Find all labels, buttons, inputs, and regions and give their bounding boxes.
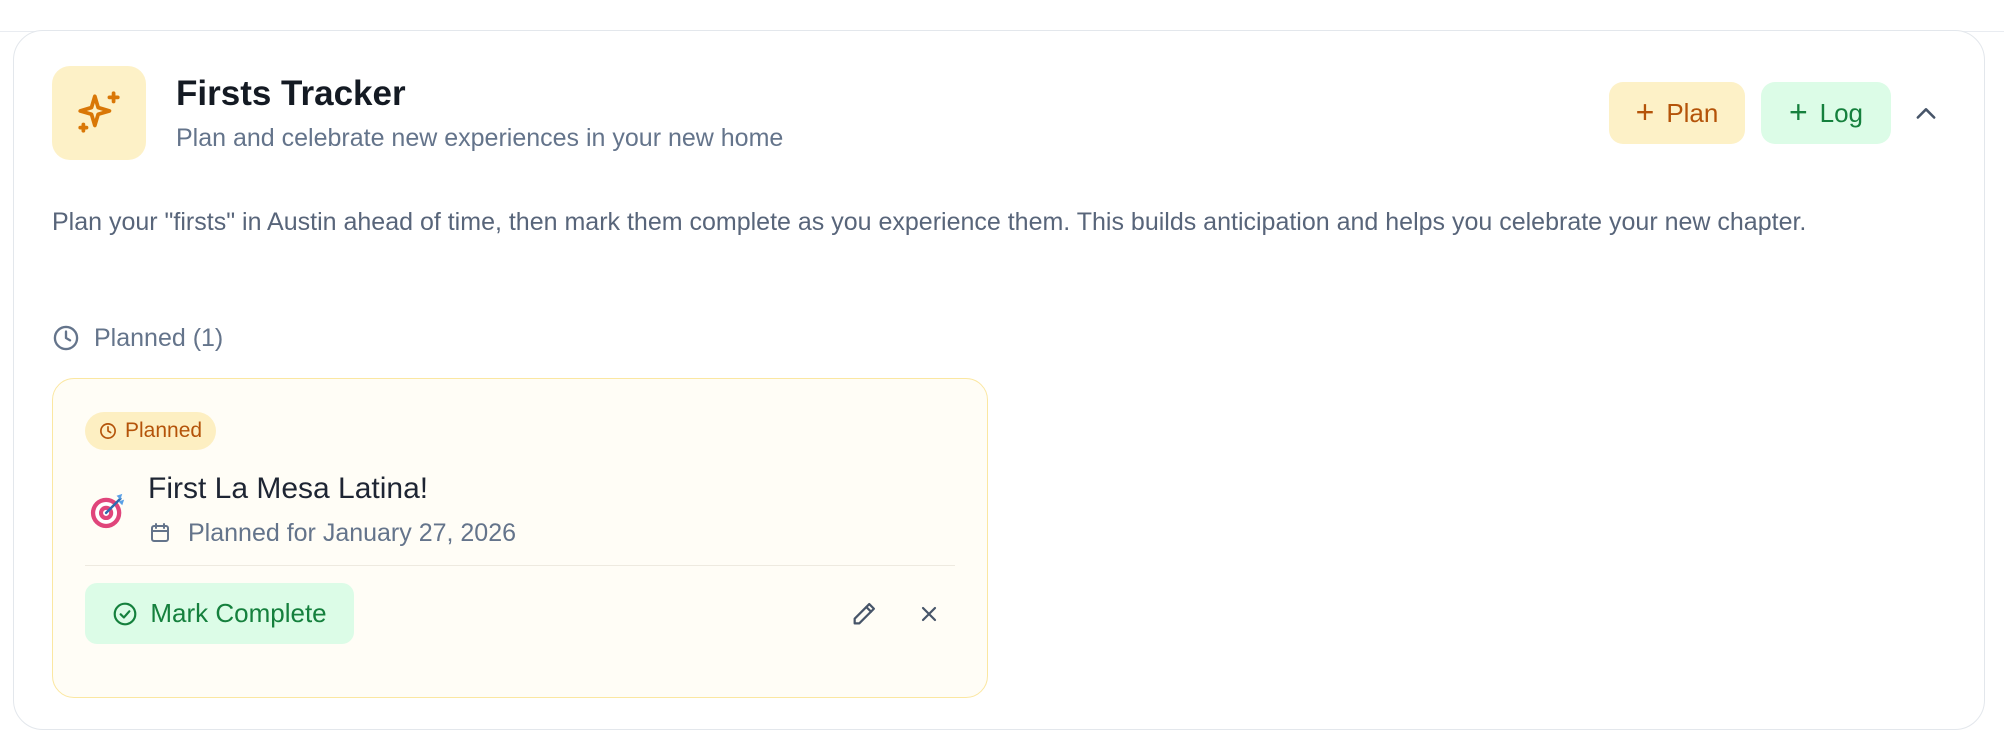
- status-badge-label: Planned: [125, 419, 203, 442]
- plus-icon: +: [1635, 93, 1655, 130]
- edit-button[interactable]: [846, 596, 882, 632]
- card-divider: [85, 565, 955, 566]
- mark-complete-button[interactable]: Mark Complete: [85, 583, 354, 644]
- bullseye-emoji-icon: [90, 493, 125, 529]
- clock-icon: [53, 325, 79, 351]
- planned-item-title: First La Mesa Latina!: [148, 472, 429, 505]
- planned-section-label: Planned (1): [94, 323, 224, 352]
- card-title: Firsts Tracker: [176, 74, 406, 113]
- chevron-up-icon: [1916, 108, 1936, 119]
- plus-icon: +: [1788, 93, 1808, 130]
- plan-button-label: Plan: [1666, 97, 1719, 128]
- planned-section-header: Planned (1): [52, 320, 223, 356]
- sparkles-icon: [78, 91, 120, 133]
- plan-button[interactable]: + Plan: [1609, 82, 1745, 144]
- top-divider: [0, 0, 2004, 32]
- status-badge: Planned: [85, 412, 217, 450]
- log-button-label: Log: [1819, 97, 1864, 128]
- calendar-icon: [151, 523, 169, 542]
- planned-item-date-row: Planned for January 27, 2026: [148, 516, 516, 550]
- description-text: Plan your "firsts" in Austin ahead of ti…: [52, 208, 1807, 236]
- sparkles-icon-tile: [52, 66, 146, 160]
- pencil-icon: [853, 602, 876, 625]
- planned-item-date: Planned for January 27, 2026: [188, 518, 517, 547]
- clock-icon: [100, 423, 116, 439]
- card-subtitle: Plan and celebrate new experiences in yo…: [176, 124, 784, 152]
- close-icon: [921, 606, 937, 622]
- log-button[interactable]: + Log: [1761, 82, 1891, 144]
- mark-complete-label: Mark Complete: [150, 598, 327, 628]
- check-circle-icon: [113, 602, 137, 625]
- delete-button[interactable]: [911, 596, 947, 632]
- collapse-button[interactable]: [1908, 96, 1944, 132]
